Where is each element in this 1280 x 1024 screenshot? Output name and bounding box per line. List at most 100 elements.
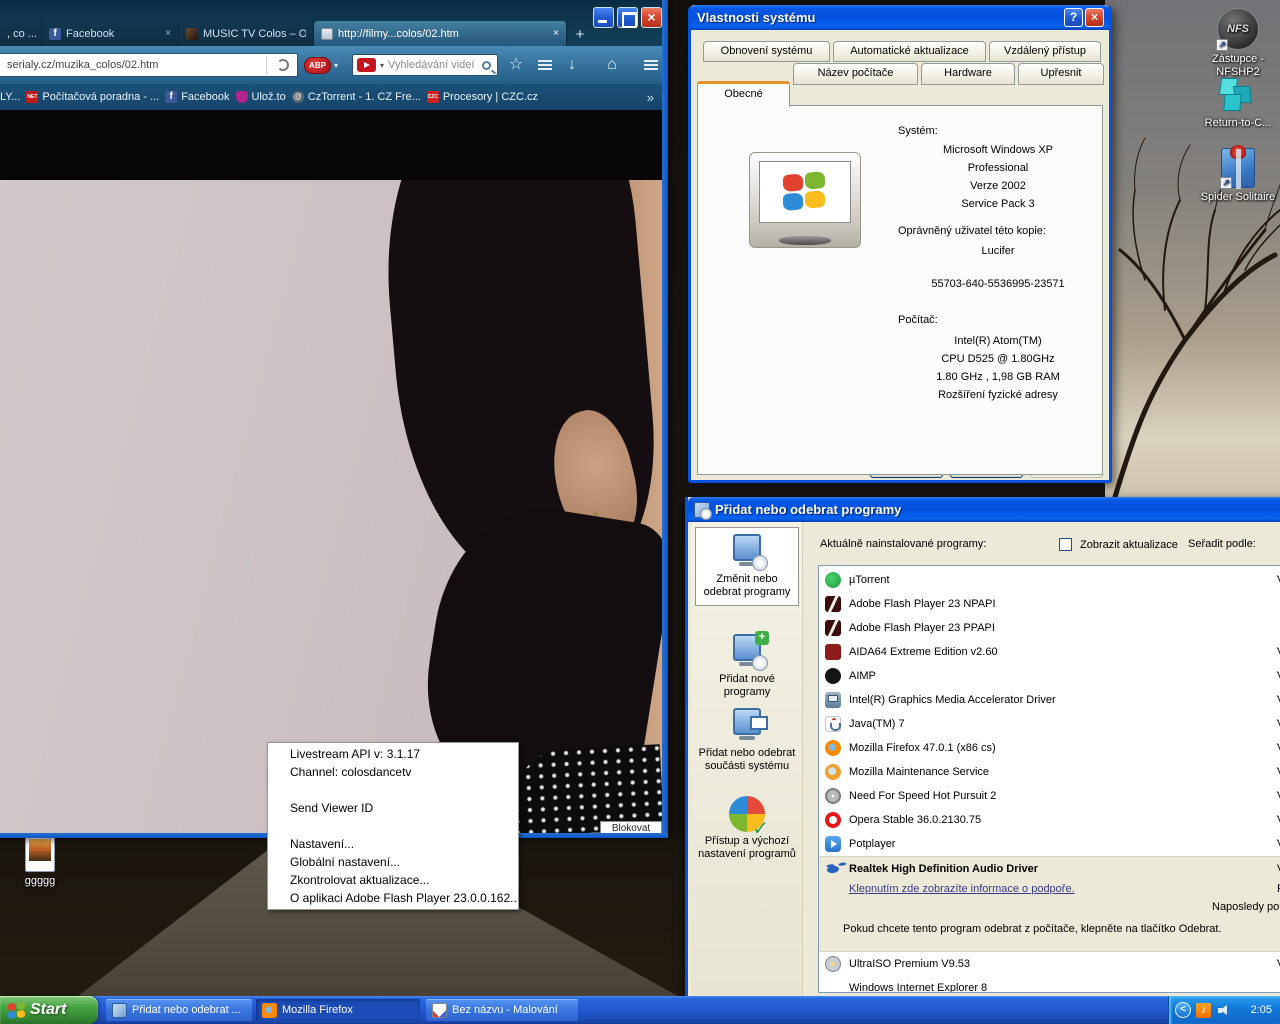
minimize-button[interactable] [593,7,614,28]
bookmarks-toolbar: LY... NET Počítačová poradna - ... f Fac… [0,84,668,110]
program-row[interactable]: Need For Speed Hot Pursuit 2 Velikost [819,784,1280,808]
downloads-icon[interactable]: ↓ [560,55,584,75]
context-menu-item[interactable]: Zkontrolovat aktualizace... [268,871,518,889]
firefox-titlebar: , co ... × f Facebook × MUSIC TV Colos –… [0,0,668,46]
bookmark-item[interactable]: Ulož.to [235,91,286,103]
window-controls: × [593,7,662,28]
search-icon[interactable] [482,60,491,70]
desktop-icon-return-to-castle[interactable]: Return-to-C... [1190,76,1280,130]
sidebar-item-add-new[interactable]: + Přidat nové programy [695,631,799,699]
show-updates-checkbox[interactable] [1059,538,1072,551]
tab-computer-name[interactable]: Název počítače [793,63,918,85]
tab-close-icon[interactable]: × [165,28,171,39]
sidebar-item-change-remove[interactable]: Změnit nebo odebrat programy [695,527,799,606]
start-button[interactable]: Start [0,996,98,1024]
bookmark-item[interactable]: NET Počítačová poradna - ... [26,91,159,103]
tab-music-tv[interactable]: MUSIC TV Colos – Online... [179,21,314,46]
paint-icon [432,1002,447,1018]
program-row[interactable]: Mozilla Firefox 47.0.1 (x86 cs) Velikost [819,736,1280,760]
window-titlebar[interactable]: Přidat nebo odebrat programy [688,497,1280,522]
reload-icon[interactable] [277,59,289,71]
program-row[interactable]: µTorrent Velikost [819,568,1280,592]
context-menu-item[interactable]: O aplikaci Adobe Flash Player 23.0.0.162… [268,889,518,907]
system-line: Service Pack 3 [961,198,1035,210]
program-row-selected[interactable]: Realtek High Definition Audio Driver Vel… [819,856,1280,952]
tab-automatic-updates[interactable]: Automatické aktualizace [833,41,986,62]
taskbar-task-firefox[interactable]: Mozilla Firefox [256,999,420,1021]
tab-close-icon[interactable]: × [553,28,559,39]
program-icon [825,980,841,992]
program-row[interactable]: Java(TM) 7 Velikost [819,712,1280,736]
close-button[interactable]: × [1085,8,1104,27]
tab-system-restore[interactable]: Obnovení systému [703,41,830,62]
context-menu-item[interactable]: Send Viewer ID [268,799,518,817]
context-menu-item[interactable] [268,781,518,799]
context-menu-item[interactable]: Globální nastavení... [268,853,518,871]
volume-icon[interactable] [1216,1003,1231,1018]
tab-general[interactable]: Obecné [697,81,790,107]
system-properties-dialog: Vlastnosti systému ? × Obnovení systému … [688,5,1112,483]
program-row[interactable]: Mozilla Maintenance Service Velikost [819,760,1280,784]
desktop-icon-ggggg[interactable]: ggggg [8,834,72,888]
change-remove-icon [729,534,768,571]
program-row[interactable]: Adobe Flash Player 23 NPAPI [819,592,1280,616]
music-tv-favicon [186,27,198,40]
desktop-icon-spider-solitaire[interactable]: ↗ Spider Solitaire [1190,145,1280,204]
block-button[interactable]: Blokovat [600,821,662,833]
program-row[interactable]: Adobe Flash Player 23 PPAPI [819,616,1280,640]
nfs-icon: NFS ↗ [1216,8,1259,51]
taskbar-task-paint[interactable]: Bez názvu - Malování [426,999,578,1021]
desktop-icon-nfshp2[interactable]: NFS ↗ Zástupce - NFSHP2 [1190,8,1280,79]
tab-active-filmy[interactable]: http://filmy...colos/02.htm × [314,21,567,46]
bookmarks-menu-icon[interactable] [538,60,552,62]
bookmark-item[interactable]: @ CzTorrent - 1. CZ Fre... [291,91,421,103]
support-info-link[interactable]: Klepnutím zde zobrazíte informace o podp… [849,883,1075,895]
user-name: Lucifer [981,245,1015,257]
program-row[interactable]: AIMP Velikost [819,664,1280,688]
context-menu-item[interactable]: Channel: colosdancetv [268,763,518,781]
dialog-titlebar[interactable]: Vlastnosti systému ? × [691,5,1109,30]
maximize-button[interactable] [617,7,638,28]
bookmarks-overflow-chevron[interactable]: » [647,90,668,105]
program-icon [825,572,841,588]
program-defaults-icon [729,796,769,836]
tray-chevron-icon[interactable]: < [1175,1002,1191,1018]
context-menu-item[interactable] [268,817,518,835]
menu-hamburger-icon[interactable] [644,60,658,62]
taskbar-task-add-remove[interactable]: Přidat nebo odebrat ... [106,999,252,1021]
close-button[interactable]: × [641,7,662,28]
program-row[interactable]: Potplayer Velikost [819,832,1280,856]
url-bar[interactable]: serialy.cz/muzika_colos/02.htm [0,53,298,77]
video-player[interactable]: Blokovat [0,110,662,833]
program-row[interactable]: Windows Internet Explorer 8 [819,976,1280,992]
program-row[interactable]: AIDA64 Extreme Edition v2.60 Velikost [819,640,1280,664]
sidebar-item-windows-components[interactable]: Přidat nebo odebrat součásti systému [695,708,799,773]
program-row[interactable]: Opera Stable 36.0.2130.75 Velikost [819,808,1280,832]
bookmark-item[interactable]: CZC Procesory | CZC.cz [426,91,538,103]
program-icon [825,620,841,636]
video-search-field[interactable]: ▾ Vyhledávání videí [352,54,498,76]
system-lines: Microsoft Windows XP Professional Verze 20… [898,144,1098,216]
home-icon[interactable]: ⌂ [600,55,624,75]
help-button[interactable]: ? [1064,8,1083,27]
program-row[interactable]: UltraISO Premium V9.53 Velikost [819,952,1280,976]
page-favicon [321,27,333,40]
tray-player-icon[interactable]: ♪ [1196,1002,1211,1018]
new-tab-button[interactable]: + [567,24,593,46]
tab-hardware[interactable]: Hardware [921,63,1015,85]
facebook-favicon: f [165,91,178,103]
bookmark-item[interactable]: LY... [0,91,20,103]
context-menu-item[interactable]: Nastavení... [268,835,518,853]
sidebar-item-program-defaults[interactable]: Přístup a výchozí nastavení programů [695,796,799,861]
tab-facebook[interactable]: f Facebook × [42,21,179,46]
system-tray: < ♪ 2:05 [1168,996,1280,1024]
tab-partial[interactable]: , co ... × [0,21,42,46]
context-menu-item[interactable]: Livestream API v: 3.1.17 [268,745,518,763]
tab-remote[interactable]: Vzdálený přístup [989,41,1101,62]
bookmark-star-icon[interactable]: ☆ [504,55,528,75]
windows-flag-icon [8,1001,25,1019]
program-row[interactable]: Intel(R) Graphics Media Accelerator Driv… [819,688,1280,712]
bookmark-item[interactable]: f Facebook [165,91,230,103]
tab-advanced[interactable]: Upřesnit [1018,63,1104,85]
adblock-button[interactable]: ABP ▾ [304,56,346,74]
